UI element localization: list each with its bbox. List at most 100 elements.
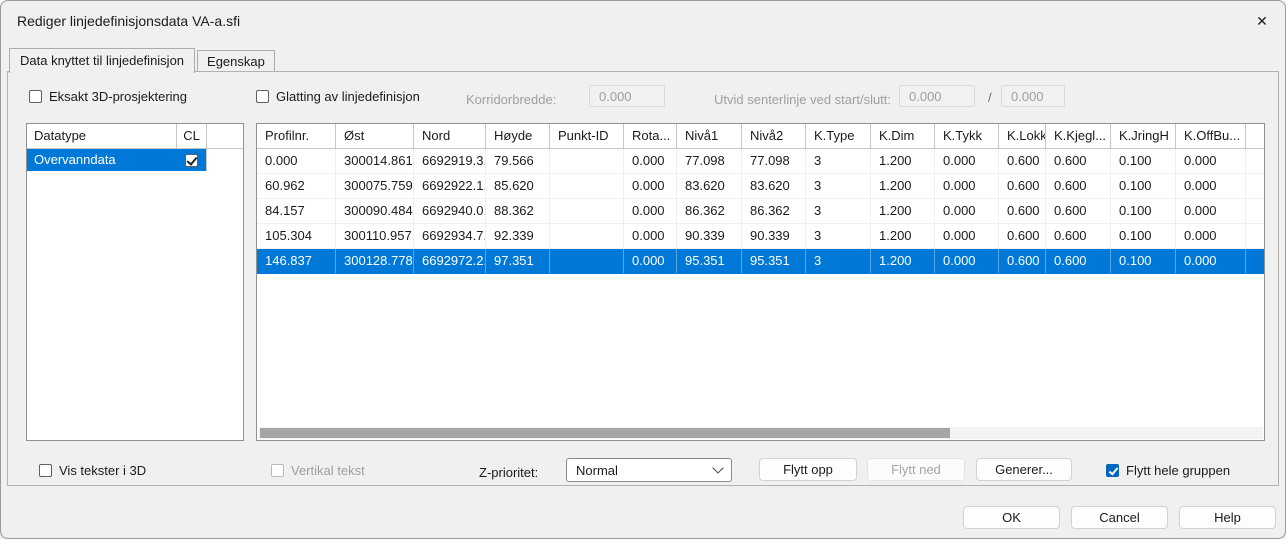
flytt-opp-button[interactable]: Flytt opp [759,458,857,481]
data-cell[interactable]: 3 [806,174,871,198]
tab-data-knyttet[interactable]: Data knyttet til linjedefinisjon [9,48,195,73]
data-row[interactable]: 0.000300014.8616692919.3...79.5660.00077… [257,149,1264,174]
data-cell[interactable]: 0.000 [624,199,677,223]
data-cell[interactable]: 3 [806,149,871,173]
data-row[interactable]: 105.304300110.9576692934.7...92.3390.000… [257,224,1264,249]
column-header[interactable]: Høyde [486,124,550,148]
data-cell[interactable]: 0.000 [624,224,677,248]
data-cell[interactable]: 0.100 [1111,224,1176,248]
flytt-gruppen-checkbox[interactable] [1106,464,1119,477]
data-row[interactable]: 146.837300128.7786692972.2...97.351 0.000… [257,249,1264,274]
column-header[interactable]: Rota... [624,124,677,148]
help-button[interactable]: Help [1179,506,1276,529]
column-header[interactable]: K.Tykk [935,124,999,148]
data-cell[interactable]: 0.000 [1176,224,1246,248]
data-cell[interactable]: 60.962 [257,174,336,198]
data-cell[interactable]: 0.100 [1111,149,1176,173]
eksakt-3d-checkbox[interactable] [29,90,42,103]
data-cell[interactable]: 90.339 [677,224,742,248]
data-cell[interactable]: 300128.778 [336,249,414,273]
data-cell[interactable]: 1.200 [871,174,935,198]
data-cell[interactable]: 0.000 [1176,249,1246,273]
data-cell[interactable]: 0.000 [1176,174,1246,198]
z-prioritet-dropdown[interactable]: Normal [566,458,732,482]
datatype-row[interactable]: Overvanndata [27,149,243,171]
data-cell[interactable]: 0.000 [935,199,999,223]
data-cell[interactable] [550,149,624,173]
close-icon[interactable]: ✕ [1239,1,1285,41]
data-cell[interactable]: 0.000 [624,149,677,173]
data-cell[interactable]: 97.351 [486,249,550,273]
column-header[interactable]: K.Kjegl... [1046,124,1111,148]
data-cell[interactable]: 95.351 [742,249,806,273]
data-cell[interactable] [550,249,624,273]
column-header[interactable]: K.Type [806,124,871,148]
data-cell[interactable]: 6692922.1... [414,174,486,198]
data-cell[interactable] [550,224,624,248]
data-cell[interactable]: 0.600 [999,199,1046,223]
data-cell[interactable]: 3 [806,199,871,223]
glatting-checkbox[interactable] [256,90,269,103]
data-cell[interactable]: 0.000 [257,149,336,173]
data-cell[interactable]: 0.000 [935,249,999,273]
data-cell[interactable] [550,199,624,223]
data-cell[interactable]: 86.362 [677,199,742,223]
data-cell[interactable]: 0.000 [624,249,677,273]
data-cell[interactable]: 84.157 [257,199,336,223]
data-cell[interactable]: 0.100 [1111,249,1176,273]
data-cell[interactable]: 1.200 [871,249,935,273]
data-cell[interactable]: 0.600 [1046,224,1111,248]
data-cell[interactable]: 88.362 [486,199,550,223]
data-cell[interactable]: 0.600 [1046,149,1111,173]
data-cell[interactable]: 6692940.0... [414,199,486,223]
data-cell[interactable]: 300014.861 [336,149,414,173]
column-header[interactable]: K.OffBu... [1176,124,1246,148]
cl-checkbox[interactable] [185,154,198,167]
cancel-button[interactable]: Cancel [1071,506,1168,529]
horizontal-scrollbar[interactable] [258,427,1263,439]
data-cell[interactable]: 1.200 [871,224,935,248]
data-cell[interactable]: 146.837 [257,249,336,273]
data-row[interactable]: 60.962300075.7596692922.1...85.6200.0008… [257,174,1264,199]
data-cell[interactable]: 0.000 [1176,199,1246,223]
data-cell[interactable]: 92.339 [486,224,550,248]
data-cell[interactable]: 6692972.2... [414,249,486,273]
cl-cell[interactable] [177,149,207,171]
data-cell[interactable]: 0.000 [935,149,999,173]
data-cell[interactable]: 83.620 [742,174,806,198]
column-header[interactable]: Nivå2 [742,124,806,148]
data-cell[interactable]: 3 [806,249,871,273]
data-cell[interactable]: 0.000 [935,174,999,198]
data-cell[interactable]: 86.362 [742,199,806,223]
data-cell[interactable]: 0.600 [1046,174,1111,198]
vis-tekster-checkbox[interactable] [39,464,52,477]
data-cell[interactable]: 1.200 [871,149,935,173]
data-row[interactable]: 84.157300090.4846692940.0...88.3620.0008… [257,199,1264,224]
data-cell[interactable]: 0.100 [1111,199,1176,223]
scrollbar-thumb[interactable] [260,428,950,438]
column-header[interactable]: K.Dim [871,124,935,148]
column-header[interactable]: Nord [414,124,486,148]
data-cell[interactable]: 95.351 [677,249,742,273]
column-header-cl[interactable]: CL [177,124,207,148]
column-header[interactable]: Punkt-ID [550,124,624,148]
data-cell[interactable]: 0.600 [999,174,1046,198]
data-cell[interactable]: 6692934.7... [414,224,486,248]
data-cell[interactable]: 0.000 [624,174,677,198]
data-cell[interactable]: 0.600 [999,224,1046,248]
column-header[interactable]: K.Lokk... [999,124,1046,148]
data-cell[interactable]: 77.098 [742,149,806,173]
data-cell[interactable]: 0.600 [1046,249,1111,273]
data-cell[interactable]: 0.600 [1046,199,1111,223]
data-cell[interactable]: 300090.484 [336,199,414,223]
data-cell[interactable]: 83.620 [677,174,742,198]
column-header[interactable]: Øst [336,124,414,148]
data-cell[interactable]: 90.339 [742,224,806,248]
title-bar[interactable]: Rediger linjedefinisjonsdata VA-a.sfi ✕ [1,1,1285,41]
data-cell[interactable]: 79.566 [486,149,550,173]
data-cell[interactable]: 77.098 [677,149,742,173]
data-cell[interactable]: 0.000 [935,224,999,248]
data-cell[interactable]: 0.600 [999,149,1046,173]
data-cell[interactable]: 3 [806,224,871,248]
data-cell[interactable]: 105.304 [257,224,336,248]
